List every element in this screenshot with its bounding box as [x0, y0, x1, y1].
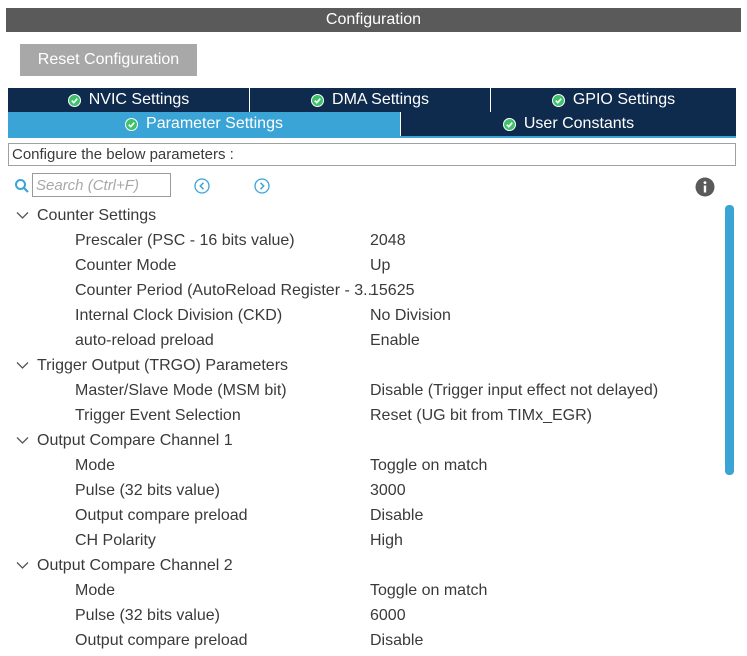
param-row[interactable]: Pulse (32 bits value) 6000 [0, 603, 720, 628]
param-name: Mode [75, 456, 116, 474]
arrow-right-icon[interactable] [254, 178, 270, 194]
tab-nvic-settings[interactable]: NVIC Settings [8, 88, 250, 112]
search-input[interactable] [32, 173, 171, 197]
param-name: Pulse (32 bits value) [75, 481, 220, 499]
param-value[interactable]: 3000 [370, 482, 406, 500]
param-name: Mode [75, 581, 116, 599]
param-row[interactable]: Internal Clock Division (CKD) No Division [0, 303, 720, 328]
param-name: Master/Slave Mode (MSM bit) [75, 381, 287, 399]
group-output-compare-channel-2[interactable]: Output Compare Channel 2 [0, 553, 720, 578]
tab-gpio-settings[interactable]: GPIO Settings [491, 88, 736, 112]
param-row[interactable]: auto-reload preload Enable [0, 328, 720, 353]
param-value[interactable]: Disable (Trigger input effect not delaye… [370, 382, 658, 400]
param-value[interactable]: Up [370, 257, 390, 275]
parameter-tree: Counter Settings Prescaler (PSC - 16 bit… [0, 203, 720, 656]
param-name: Trigger Event Selection [75, 406, 241, 424]
param-value[interactable]: 6000 [370, 607, 406, 625]
tab-row-bottom: Parameter Settings User Constants [8, 112, 736, 136]
group-counter-settings[interactable]: Counter Settings [0, 203, 720, 228]
chevron-down-icon[interactable] [16, 561, 29, 570]
window-title: Configuration [6, 8, 741, 32]
search-toolbar [0, 172, 747, 200]
param-row[interactable]: Prescaler (PSC - 16 bits value) 2048 [0, 228, 720, 253]
check-icon [502, 117, 516, 131]
param-name: Pulse (32 bits value) [75, 606, 220, 624]
param-value[interactable]: Reset (UG bit from TIMx_EGR) [370, 407, 592, 425]
param-value[interactable]: No Division [370, 307, 451, 325]
param-value[interactable]: 2048 [370, 232, 406, 250]
tab-label: User Constants [523, 115, 635, 132]
param-name: Counter Mode [75, 256, 177, 274]
group-output-compare-channel-1[interactable]: Output Compare Channel 1 [0, 428, 720, 453]
tab-label: NVIC Settings [88, 91, 190, 108]
param-name: Prescaler (PSC - 16 bits value) [75, 231, 295, 249]
tab-underline [8, 136, 736, 138]
tab-dma-settings[interactable]: DMA Settings [250, 88, 491, 112]
tab-label: Parameter Settings [146, 115, 283, 132]
param-name: Output compare preload [75, 631, 248, 649]
param-row[interactable]: Trigger Event Selection Reset (UG bit fro… [0, 403, 720, 428]
param-name: Internal Clock Division (CKD) [75, 306, 283, 324]
param-value[interactable]: Disable [370, 632, 423, 650]
group-label: Output Compare Channel 1 [37, 431, 233, 449]
window-titlebar: Configuration [0, 0, 747, 33]
check-icon [125, 117, 139, 131]
param-value[interactable]: Enable [370, 332, 420, 350]
search-icon [15, 179, 29, 193]
info-icon[interactable] [695, 177, 715, 197]
chevron-down-icon[interactable] [16, 436, 29, 445]
param-value[interactable]: Toggle on match [370, 582, 487, 600]
reset-configuration-button[interactable]: Reset Configuration [20, 44, 197, 76]
group-trigger-output[interactable]: Trigger Output (TRGO) Parameters [0, 353, 720, 378]
param-name: CH Polarity [75, 531, 156, 549]
param-name: auto-reload preload [75, 331, 214, 349]
param-row[interactable]: Counter Period (AutoReload Register - 3.… [0, 278, 720, 303]
param-row[interactable]: Mode Toggle on match [0, 578, 720, 603]
tab-label: GPIO Settings [572, 91, 676, 108]
param-value[interactable]: 15625 [370, 282, 415, 300]
param-row[interactable]: Output compare preload Disable [0, 503, 720, 528]
parameters-description: Configure the below parameters : [8, 143, 736, 166]
tab-parameter-settings[interactable]: Parameter Settings [8, 112, 401, 136]
param-row[interactable]: CH Polarity High [0, 528, 720, 553]
group-label: Counter Settings [37, 206, 157, 224]
param-value[interactable]: Disable [370, 507, 423, 525]
param-row[interactable]: Pulse (32 bits value) 3000 [0, 478, 720, 503]
param-row[interactable]: Master/Slave Mode (MSM bit) Disable (Trig… [0, 378, 720, 403]
chevron-down-icon[interactable] [16, 361, 29, 370]
param-row[interactable]: Output compare preload Disable [0, 628, 720, 653]
param-value[interactable]: High [370, 532, 403, 550]
tab-user-constants[interactable]: User Constants [401, 112, 736, 136]
vertical-scrollbar[interactable] [725, 205, 734, 475]
check-icon [67, 93, 81, 107]
param-value[interactable]: Toggle on match [370, 457, 487, 475]
check-icon [551, 93, 565, 107]
check-icon [311, 93, 325, 107]
chevron-down-icon[interactable] [16, 211, 29, 220]
param-row[interactable]: Mode Toggle on match [0, 453, 720, 478]
tab-row-top: NVIC Settings DMA Settings GPIO Settings [8, 88, 736, 112]
param-row[interactable]: Counter Mode Up [0, 253, 720, 278]
group-label: Trigger Output (TRGO) Parameters [37, 356, 289, 374]
param-name: Counter Period (AutoReload Register - 3.… [75, 281, 377, 299]
arrow-left-icon[interactable] [194, 178, 210, 194]
group-label: Output Compare Channel 2 [37, 556, 233, 574]
param-name: Output compare preload [75, 506, 248, 524]
tab-label: DMA Settings [332, 91, 429, 108]
